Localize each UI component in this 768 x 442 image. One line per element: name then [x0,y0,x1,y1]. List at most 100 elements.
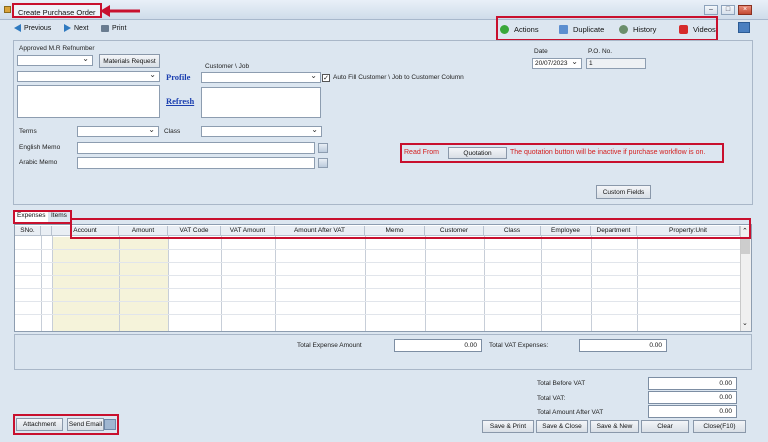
vendor-combo[interactable] [17,70,160,82]
window-icon [4,6,11,13]
close-button[interactable]: Close(F10) [693,420,746,433]
videos-button[interactable]: Videos [679,23,716,35]
scroll-thumb[interactable] [741,238,750,254]
plus-icon [500,24,509,34]
grid-col-line [591,236,592,331]
class-combo[interactable] [201,125,322,137]
save-close-button[interactable]: Save & Close [536,420,588,433]
class-label: Class [164,128,181,135]
print-button[interactable]: Print [101,22,126,34]
previous-label: Previous [24,24,52,32]
total-vat-label: Total VAT: [537,395,566,402]
printer-icon [101,24,109,32]
videos-label: Videos [693,24,716,34]
window-title: Create Purchase Order [12,3,102,18]
print-label: Print [112,24,127,32]
next-label: Next [74,24,89,32]
total-vat-expenses-label: Total VAT Expenses: [489,342,549,349]
scroll-down-icon[interactable]: ⌄ [742,319,748,327]
actions-label: Actions [514,24,539,34]
arabic-memo-field[interactable] [77,157,315,169]
grid-row-line [15,262,740,263]
total-vat-expenses-value: 0.00 [579,339,667,352]
total-expense-label: Total Expense Amount [297,342,362,349]
approved-mr-combo[interactable] [17,54,93,66]
account-amount-column-fill [52,237,168,331]
grid-col-line [275,236,276,331]
grid-col-line [119,236,120,331]
date-picker[interactable]: 20/07/2023 [532,57,582,69]
grid-col-line [168,236,169,331]
save-new-button[interactable]: Save & New [590,420,639,433]
vendor-address-box[interactable] [17,85,160,118]
read-from-label: Read From [404,149,440,156]
total-expense-value: 0.00 [394,339,482,352]
grid-row-line [15,275,740,276]
total-after-vat-value: 0.00 [648,405,737,418]
grid-row-line [15,314,740,315]
arabic-memo-label: Arabic Memo [19,159,58,166]
actions-button[interactable]: Actions [500,23,539,35]
total-before-vat-value: 0.00 [648,377,737,390]
ship-to-address-box[interactable] [201,87,321,118]
previous-button[interactable]: Previous [14,22,51,34]
minimize-button[interactable]: – [704,5,718,15]
customer-job-label: Customer \ Job [205,63,250,70]
tab-expenses[interactable]: Expenses [15,212,48,222]
red-arrow-icon [100,5,140,17]
po-label: P.O. No. [588,48,613,55]
profile-link[interactable]: Profile [166,72,190,82]
date-value: 20/07/2023 [535,60,568,67]
terms-combo[interactable] [77,125,159,137]
save-print-button[interactable]: Save & Print [482,420,534,433]
grid-row-line [15,288,740,289]
grid-header-blank [41,226,52,236]
history-button[interactable]: History [619,23,656,35]
maximize-button[interactable]: □ [721,5,735,15]
grid-col-line [541,236,542,331]
grid-row-line [15,249,740,250]
po-number-field[interactable]: 1 [586,58,646,69]
quotation-note: The quotation button will be inactive if… [510,149,706,156]
total-before-vat-label: Total Before VAT [537,380,586,387]
duplicate-button[interactable]: Duplicate [559,23,604,35]
arrow-right-icon [64,24,71,32]
autofill-label: Auto Fill Customer \ Job to Customer Col… [333,74,464,81]
grid-col-line [221,236,222,331]
approved-label: Approved M.R Refnumber [19,45,95,52]
arrow-left-icon [14,24,21,32]
english-memo-icon[interactable] [318,143,328,153]
english-memo-field[interactable] [77,142,315,154]
terms-label: Terms [19,128,37,135]
english-memo-label: English Memo [19,144,61,151]
date-label: Date [534,48,548,55]
grid-col-line [425,236,426,331]
help-icon[interactable] [738,22,750,33]
video-icon [679,24,688,34]
grid-row-line [15,301,740,302]
send-email-button[interactable]: Send Email [67,418,104,431]
refresh-link[interactable]: Refresh [166,96,194,106]
quotation-button[interactable]: Quotation [448,147,507,159]
grid-col-line [484,236,485,331]
customer-job-combo[interactable] [201,71,321,83]
history-label: History [633,24,657,34]
close-window-button[interactable]: × [738,5,752,15]
grid-col-line [52,236,53,331]
duplicate-label: Duplicate [573,24,605,34]
materials-request-button[interactable]: Materials Request [99,54,160,68]
attachment-button[interactable]: Attachment [16,418,63,431]
history-icon [619,24,628,34]
autofill-checkbox[interactable]: ✓ [322,74,330,82]
total-vat-value: 0.00 [648,391,737,404]
grid-col-line [637,236,638,331]
grid-col-line [365,236,366,331]
arabic-memo-icon[interactable] [318,158,328,168]
custom-fields-button[interactable]: Custom Fields [596,185,651,199]
next-button[interactable]: Next [64,22,88,34]
email-icon[interactable] [104,419,116,430]
grid-col-line [41,236,42,331]
tab-items[interactable]: Items [49,212,69,222]
clear-button[interactable]: Clear [641,420,689,433]
total-after-vat-label: Total Amount After VAT [537,409,604,416]
